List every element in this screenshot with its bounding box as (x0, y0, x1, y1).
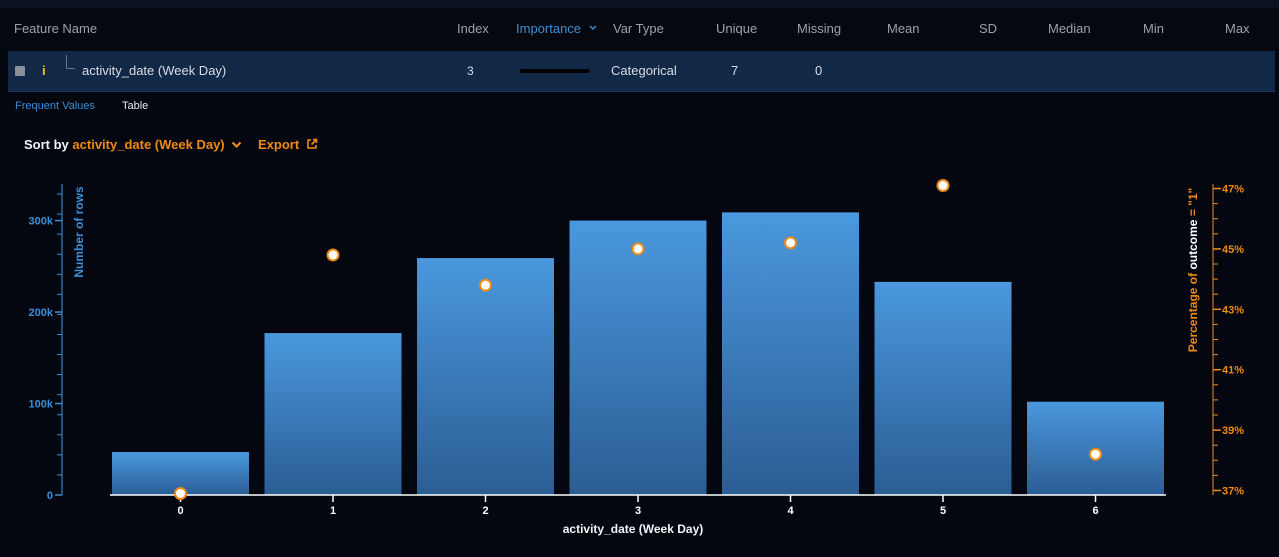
x-tick-label: 1 (330, 505, 336, 517)
bar-3 (569, 220, 707, 495)
point-5 (936, 179, 950, 193)
x-axis-title: activity_date (Week Day) (563, 522, 704, 536)
point-3 (631, 242, 645, 256)
y2-tick-label: 43% (1222, 304, 1244, 316)
y2-tick-label: 47% (1222, 184, 1244, 196)
y2-axis-title-highlight: outcome (1186, 219, 1200, 269)
x-tick-label: 4 (787, 505, 794, 517)
point-2 (479, 278, 492, 292)
y-tick-label: 300k (29, 216, 54, 228)
x-tick-label: 5 (940, 505, 946, 517)
y2-axis-title: Percentage of outcome = "1" (1186, 188, 1200, 352)
x-tick-label: 3 (635, 505, 641, 517)
y2-tick-label: 45% (1222, 244, 1244, 256)
point-4 (784, 236, 797, 250)
bar-1 (264, 333, 402, 495)
y2-tick-label: 39% (1222, 425, 1244, 437)
y2-axis-title-prefix: Percentage of (1186, 270, 1200, 353)
y2-tick-label: 41% (1222, 365, 1244, 377)
bar-4 (722, 212, 859, 495)
x-tick-label: 0 (177, 505, 183, 517)
y-tick-label: 0 (47, 490, 53, 502)
y-tick-label: 100k (29, 399, 54, 411)
y2-axis-title-suffix: = "1" (1186, 188, 1200, 216)
y-tick-label: 200k (29, 307, 54, 319)
bar-2 (417, 258, 554, 495)
y-axis-title: Number of rows (72, 186, 86, 278)
x-tick-label: 6 (1092, 505, 1098, 517)
frequency-chart: 0 100k 200k 300k 0 1 2 3 4 5 6 37% 39% 41% 43% 45% 47%… (29, 179, 1244, 536)
point-6 (1089, 447, 1102, 461)
x-tick-label: 2 (482, 505, 488, 517)
y2-tick-label: 37% (1222, 485, 1244, 497)
point-0 (174, 486, 187, 500)
bar-5 (874, 281, 1012, 495)
point-1 (326, 248, 340, 262)
